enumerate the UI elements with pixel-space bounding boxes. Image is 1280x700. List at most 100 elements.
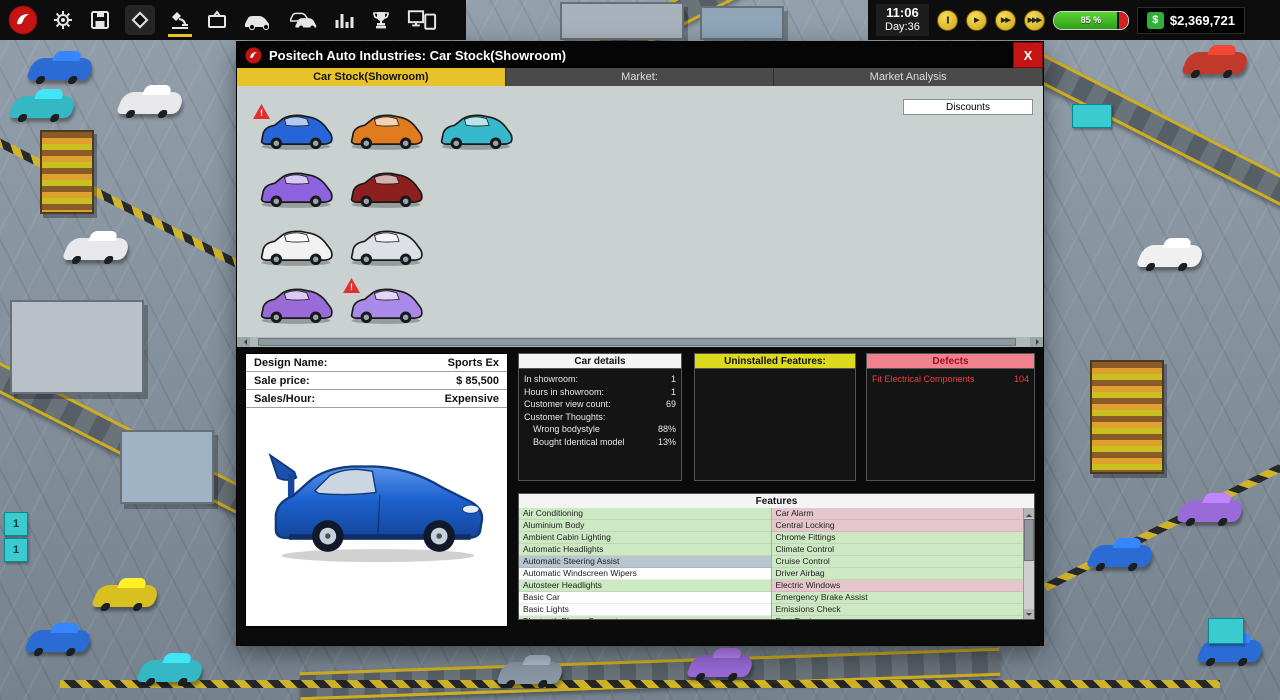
feature-row[interactable]: Basic Car [519, 592, 771, 604]
showroom-car[interactable] [345, 160, 429, 214]
showroom-car[interactable] [345, 102, 429, 156]
feature-row[interactable]: Emergency Brake Assist [772, 592, 1024, 604]
feature-row[interactable]: Bluetooth Phone Support [519, 616, 771, 619]
showroom-car[interactable] [435, 276, 519, 330]
save-icon[interactable] [86, 6, 114, 34]
showroom-car[interactable] [345, 276, 429, 330]
car-showroom-icon[interactable] [285, 6, 321, 34]
storage-shelf [40, 130, 94, 214]
hud-button[interactable] [1208, 618, 1244, 644]
car-design-icon[interactable] [240, 6, 276, 34]
media-tv-icon[interactable] [203, 6, 231, 34]
cash-icon: $ [1147, 12, 1164, 29]
showroom-car[interactable] [255, 102, 339, 156]
hud-badge[interactable]: 1 [4, 512, 28, 536]
sale-price-value: $ 85,500 [456, 375, 499, 387]
feature-row[interactable]: Automatic Headlights [519, 544, 771, 556]
tab-car-stock[interactable]: Car Stock(Showroom) [237, 68, 506, 86]
hazard-stripe [1043, 457, 1280, 591]
feature-row[interactable]: Central Locking [772, 520, 1024, 532]
background-car [62, 238, 133, 260]
fastest-forward-button[interactable]: ▶▶▶ [1024, 10, 1045, 31]
background-car [1181, 52, 1252, 74]
settings-gear-icon[interactable] [49, 6, 77, 34]
window-titlebar[interactable]: Positech Auto Industries: Car Stock(Show… [237, 42, 1043, 68]
conveyor-belt [300, 648, 1001, 700]
car-sprite [345, 226, 427, 268]
features-title: Features [519, 494, 1034, 509]
showroom-car[interactable] [435, 102, 519, 156]
feature-row[interactable]: Basic Lights [519, 604, 771, 616]
discounts-button[interactable]: Discounts [903, 99, 1033, 115]
feature-row[interactable]: Automatic Steering Assist [519, 556, 771, 568]
top-hud: 11:06 Day:36 || ▶ ▶▶ ▶▶▶ 85 % $ $2,369,7… [868, 0, 1280, 40]
defects-rows: Fit Electrical Components104 [867, 369, 1034, 390]
car-sprite [255, 284, 337, 326]
play-button[interactable]: ▶ [966, 10, 987, 31]
car-detail-row: Hours in showroom:1 [524, 386, 676, 399]
scroll-down-arrow[interactable] [1024, 609, 1034, 619]
feature-row[interactable]: Emissions Check [772, 604, 1024, 616]
money-display[interactable]: $ $2,369,721 [1137, 7, 1245, 34]
showroom-car[interactable] [255, 276, 339, 330]
feature-row[interactable]: Automatic Windscreen Wipers [519, 568, 771, 580]
hud-badge[interactable]: 1 [4, 538, 28, 562]
stats-chart-icon[interactable] [330, 6, 358, 34]
pause-button[interactable]: || [937, 10, 958, 31]
logo-icon[interactable] [6, 3, 40, 37]
car-details-panel: Car details In showroom:1 Hours in showr… [518, 353, 682, 481]
showroom-horizontal-scrollbar[interactable] [237, 337, 1043, 347]
background-car [136, 660, 207, 682]
car-details-rows: In showroom:1 Hours in showroom:1 Custom… [519, 369, 681, 452]
features-panel: Features Air ConditioningAluminium BodyA… [518, 493, 1035, 620]
close-button[interactable]: X [1013, 42, 1043, 68]
car-sprite [435, 110, 517, 152]
features-scroll-thumb[interactable] [1024, 519, 1034, 561]
parts-icon[interactable] [123, 3, 157, 37]
background-car [24, 630, 95, 652]
money-amount: $2,369,721 [1170, 13, 1235, 28]
scroll-thumb[interactable] [258, 338, 1017, 346]
fast-forward-button[interactable]: ▶▶ [995, 10, 1016, 31]
hud-button[interactable] [1072, 104, 1112, 128]
showroom-car[interactable] [435, 160, 519, 214]
sales-hour-label: Sales/Hour: [254, 393, 315, 405]
feature-row[interactable]: Chrome Fittings [772, 532, 1024, 544]
design-name-value: Sports Ex [448, 357, 499, 369]
showroom-car[interactable] [255, 218, 339, 272]
feature-row[interactable]: Ambient Cabin Lighting [519, 532, 771, 544]
scroll-right-arrow[interactable] [1030, 337, 1043, 347]
feature-row[interactable]: Air Conditioning [519, 508, 771, 520]
car-render [246, 442, 507, 568]
screens-icon[interactable] [404, 6, 440, 34]
feature-row[interactable]: Car Alarm [772, 508, 1024, 520]
features-scrollbar[interactable] [1023, 508, 1034, 619]
detail-panel: Design Name: Sports Ex Sale price: $ 85,50… [237, 347, 1043, 645]
tab-market-analysis[interactable]: Market Analysis [774, 68, 1043, 86]
feature-row[interactable]: Driver Airbag [772, 568, 1024, 580]
background-car [26, 58, 97, 80]
showroom-car[interactable] [435, 218, 519, 272]
research-icon[interactable] [166, 6, 194, 34]
tab-market[interactable]: Market: [506, 68, 775, 86]
feature-row[interactable]: Aluminium Body [519, 520, 771, 532]
sale-price-label: Sale price: [254, 375, 310, 387]
design-card: Design Name: Sports Ex Sale price: $ 85,50… [245, 353, 508, 627]
sales-hour-value: Expensive [445, 393, 499, 405]
scroll-up-arrow[interactable] [1024, 508, 1034, 518]
showroom-car[interactable] [255, 160, 339, 214]
feature-row[interactable]: Cruise Control [772, 556, 1024, 568]
car-detail-row: Customer view count:69 [524, 398, 676, 411]
feature-row[interactable]: Fast Engine [772, 616, 1024, 619]
trophy-icon[interactable] [367, 6, 395, 34]
showroom-area: Discounts [237, 86, 1043, 337]
defects-panel: Defects Fit Electrical Components104 [866, 353, 1035, 481]
scroll-left-arrow[interactable] [237, 337, 250, 347]
showroom-car[interactable] [345, 218, 429, 272]
car-sprite [255, 168, 337, 210]
efficiency-meter[interactable]: 85 % [1053, 11, 1129, 30]
feature-row[interactable]: Autosteer Headlights [519, 580, 771, 592]
feature-row[interactable]: Climate Control [772, 544, 1024, 556]
feature-row[interactable]: Electric Windows [772, 580, 1024, 592]
design-name-label: Design Name: [254, 357, 327, 369]
